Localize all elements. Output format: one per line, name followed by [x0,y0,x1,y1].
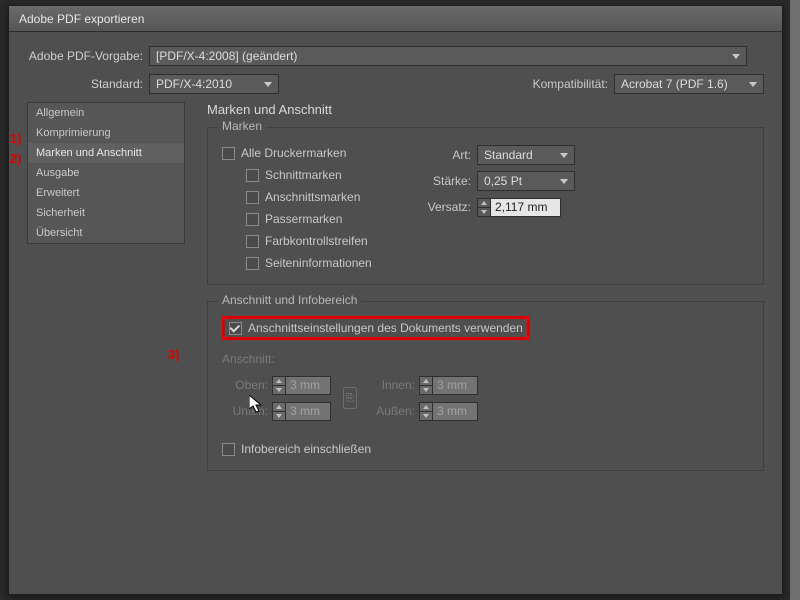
preset-value: [PDF/X-4:2008] (geändert) [156,49,297,63]
bleed-outer-value: 3 mm [433,402,478,421]
slug-checkbox[interactable] [222,443,235,456]
mark-checkbox[interactable] [246,191,259,204]
weight-dropdown[interactable]: 0,25 Pt [477,171,575,191]
bleed-outer-stepper: 3 mm [419,402,478,421]
chevron-down-icon [276,388,282,392]
standard-value: PDF/X-4:2010 [156,77,232,91]
annotation-2: 2) [10,151,22,166]
mark-label: Passermarken [265,212,342,226]
slug-label: Infobereich einschließen [241,442,371,456]
bleed-heading: Anschnitt: [222,352,749,366]
all-marks-label: Alle Druckermarken [241,146,346,160]
chevron-down-icon [749,82,757,87]
mark-checkbox[interactable] [246,257,259,270]
bleed-top-label: Oben: [222,378,272,392]
art-value: Standard [484,148,533,162]
marks-caption: Marken [218,119,266,133]
preset-label: Adobe PDF-Vorgabe: [27,49,149,63]
art-dropdown[interactable]: Standard [477,145,575,165]
bleed-outer-label: Außen: [369,404,419,418]
bleed-caption: Anschnitt und Infobereich [218,293,361,307]
export-pdf-dialog: Adobe PDF exportieren Adobe PDF-Vorgabe:… [8,5,783,595]
sidebar-item[interactable]: Marken und Anschnitt [28,143,184,163]
mark-label: Seiteninformationen [265,256,372,270]
chevron-down-icon [481,210,487,214]
marks-group: Marken Alle Druckermarken SchnittmarkenA… [207,127,764,285]
chevron-up-icon [276,379,282,383]
mark-label: Farbkontrollstreifen [265,234,368,248]
annotation-3: 3) [168,347,180,362]
annotation-box-3: Anschnittseinstellungen des Dokuments ve… [222,316,530,340]
mark-label: Schnittmarken [265,168,342,182]
bleed-bottom-stepper: 3 mm [272,402,331,421]
bleed-group: Anschnitt und Infobereich Anschnittseins… [207,301,764,471]
bleed-top-value: 3 mm [286,376,331,395]
sidebar-item[interactable]: Sicherheit [28,203,184,223]
link-icon: ⎘ [343,387,357,409]
mark-label: Anschnittsmarken [265,190,360,204]
art-label: Art: [422,148,477,162]
annotation-1: 1) [10,131,22,146]
chevron-down-icon [732,54,740,59]
chevron-up-icon [481,201,487,205]
category-sidebar: AllgemeinKomprimierungMarken und Anschni… [27,102,185,244]
compat-dropdown[interactable]: Acrobat 7 (PDF 1.6) [614,74,764,94]
chevron-down-icon [276,414,282,418]
offset-value[interactable]: 2,117 mm [491,198,561,217]
sidebar-item[interactable]: Allgemein [28,103,184,123]
window-title: Adobe PDF exportieren [19,12,144,26]
sidebar-item[interactable]: Erweitert [28,183,184,203]
compat-value: Acrobat 7 (PDF 1.6) [621,77,728,91]
weight-value: 0,25 Pt [484,174,522,188]
bleed-bottom-value: 3 mm [286,402,331,421]
chevron-down-icon [423,414,429,418]
standard-dropdown[interactable]: PDF/X-4:2010 [149,74,279,94]
chevron-down-icon [560,179,568,184]
mark-checkbox[interactable] [246,169,259,182]
chevron-down-icon [423,388,429,392]
chevron-up-icon [423,379,429,383]
use-doc-bleed-checkbox[interactable] [229,322,242,335]
weight-label: Stärke: [422,174,477,188]
compat-label: Kompatibilität: [533,77,614,91]
bleed-inner-label: Innen: [369,378,419,392]
use-doc-bleed-label: Anschnittseinstellungen des Dokuments ve… [248,321,523,335]
chevron-down-icon [560,153,568,158]
mark-checkbox[interactable] [246,213,259,226]
sidebar-item[interactable]: Komprimierung [28,123,184,143]
all-marks-checkbox[interactable] [222,147,235,160]
mark-checkbox[interactable] [246,235,259,248]
preset-dropdown[interactable]: [PDF/X-4:2008] (geändert) [149,46,747,66]
chevron-up-icon [423,405,429,409]
sidebar-item[interactable]: Übersicht [28,223,184,243]
standard-label: Standard: [27,77,149,91]
bleed-bottom-label: Unten: [222,404,272,418]
offset-stepper[interactable]: 2,117 mm [477,198,561,217]
bleed-inner-stepper: 3 mm [419,376,478,395]
bleed-inner-value: 3 mm [433,376,478,395]
chevron-down-icon [264,82,272,87]
titlebar[interactable]: Adobe PDF exportieren [9,6,782,32]
bleed-top-stepper: 3 mm [272,376,331,395]
offset-label: Versatz: [422,200,477,214]
sidebar-item[interactable]: Ausgabe [28,163,184,183]
chevron-up-icon [276,405,282,409]
panel-heading: Marken und Anschnitt [207,102,764,117]
